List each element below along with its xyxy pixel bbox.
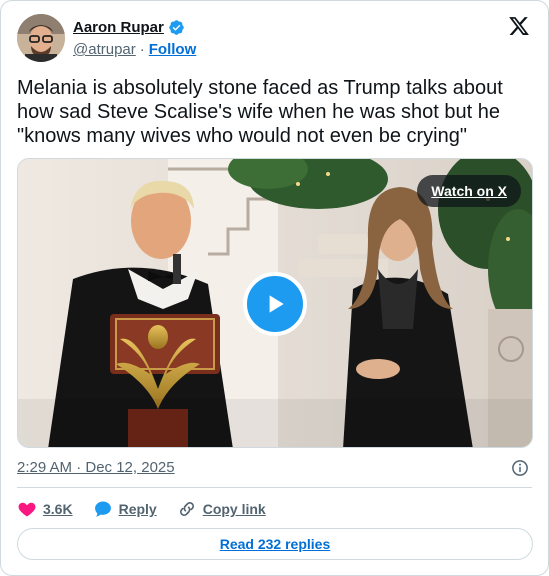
play-icon bbox=[269, 295, 284, 313]
copy-link-label: Copy link bbox=[202, 501, 266, 517]
action-bar: 3.6K Reply Copy link bbox=[17, 498, 286, 520]
tweet-timestamp[interactable]: 2:29 AM · Dec 12, 2025 bbox=[17, 459, 175, 476]
copy-link-button[interactable]: Copy link bbox=[177, 499, 266, 519]
like-count: 3.6K bbox=[43, 501, 73, 517]
video-player[interactable]: Watch on X bbox=[17, 158, 533, 448]
info-icon[interactable] bbox=[511, 459, 529, 477]
author-handle[interactable]: @atrupar bbox=[73, 41, 136, 58]
like-button[interactable]: 3.6K bbox=[17, 499, 73, 519]
avatar[interactable] bbox=[17, 14, 65, 62]
x-logo-icon[interactable] bbox=[508, 15, 530, 37]
tweet-text: Melania is absolutely stone faced as Tru… bbox=[17, 77, 503, 147]
author-name[interactable]: Aaron Rupar bbox=[73, 19, 164, 36]
handle-separator: · bbox=[139, 41, 145, 58]
tweet-card: Aaron Rupar @atrupar · Follow Melania is… bbox=[0, 0, 549, 576]
verified-badge-icon bbox=[169, 20, 184, 35]
divider bbox=[17, 487, 532, 488]
reply-button[interactable]: Reply bbox=[93, 499, 157, 519]
follow-button[interactable]: Follow bbox=[149, 41, 197, 58]
reply-label: Reply bbox=[118, 501, 157, 517]
play-button[interactable] bbox=[243, 272, 307, 336]
heart-icon bbox=[18, 502, 36, 517]
link-icon bbox=[179, 502, 194, 516]
reply-bubble-icon bbox=[94, 501, 111, 517]
watch-on-x-button[interactable]: Watch on X bbox=[417, 175, 521, 207]
read-replies-button[interactable]: Read 232 replies bbox=[17, 528, 533, 560]
author-name-row: Aaron Rupar bbox=[73, 19, 185, 36]
handle-row: @atrupar · Follow bbox=[73, 41, 196, 58]
